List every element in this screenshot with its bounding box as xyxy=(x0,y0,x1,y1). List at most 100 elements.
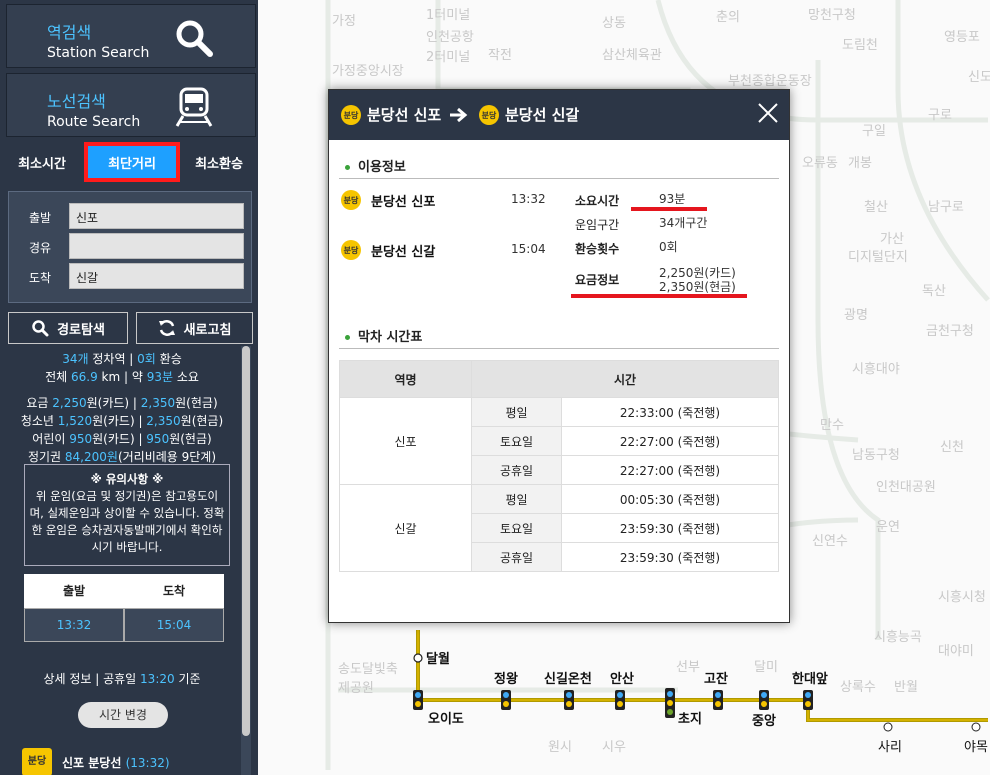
station-label[interactable]: 사리 xyxy=(878,736,902,755)
route-step[interactable]: 분당 신포 분당선 (13:32) xyxy=(22,748,238,775)
arrival-input[interactable]: 신갈 xyxy=(69,263,244,289)
bundang-line-badge: 분당 xyxy=(341,105,361,125)
station-label[interactable]: 고잔 xyxy=(704,668,728,687)
bundang-line-badge: 분당 xyxy=(341,240,361,260)
station-label[interactable]: 한대앞 xyxy=(792,668,828,687)
day-cell: 평일 xyxy=(471,397,562,427)
route-search-button[interactable]: 노선검색 Route Search xyxy=(6,73,256,137)
tab-min-time[interactable]: 최소시간 xyxy=(0,142,84,182)
stops-count: 34개 xyxy=(62,352,89,366)
bundang-line-badge: 분당 xyxy=(341,190,361,210)
scrollbar-thumb[interactable] xyxy=(242,346,250,736)
pass-suffix: (거리비례용 9단계) xyxy=(117,450,217,464)
route-form: 출발 신포 경유 도착 신갈 xyxy=(8,191,252,303)
duration-value: 93분 xyxy=(659,192,686,206)
fare-cash-suffix: 원(현금) xyxy=(169,432,212,446)
route-detail-modal: 분당 분당선 신포 분당 분당선 신갈 이용정보 분당 분당선 신포 13:32… xyxy=(328,89,790,623)
dest-station-name: 분당선 신갈 xyxy=(371,245,436,260)
station-label[interactable]: 야목 xyxy=(964,736,988,755)
fare-label: 어린이 xyxy=(32,432,70,446)
close-icon[interactable] xyxy=(757,102,779,124)
fare-notice: ※ 유의사항 ※ 위 운임(요금 및 정기권)은 참고용도이며, 실제운임과 상… xyxy=(24,464,230,566)
via-input[interactable] xyxy=(69,233,244,259)
station-label[interactable]: 초지 xyxy=(678,708,702,727)
last-train-table: 역명 시간 신포 평일 22:33:00 (죽전행) 토요일 22:27:00 … xyxy=(339,360,779,572)
fare-section-label: 운임구간 xyxy=(575,218,620,232)
departure-input[interactable]: 신포 xyxy=(69,203,244,229)
distance-value: 66.9 xyxy=(70,370,98,384)
route-step-label: 신포 분당선 (13:32) xyxy=(62,754,170,772)
detail-time: 13:20 xyxy=(140,672,175,686)
day-cell: 공휴일 xyxy=(471,542,562,572)
col-time-header: 시간 xyxy=(471,360,779,398)
refresh-button[interactable]: 새로고침 xyxy=(136,312,253,344)
distance-unit: km | 약 xyxy=(97,370,147,384)
table-row: 신포 평일 22:33:00 (죽전행) xyxy=(339,397,779,485)
transfers-value: 0회 xyxy=(659,240,678,254)
usage-info-title: 이용정보 xyxy=(345,156,406,175)
summary-line-2: 전체 66.9 km | 약 93분 소요 xyxy=(6,368,238,386)
dep-time-value: 13:32 xyxy=(24,608,124,642)
route-search-submit-label: 경로탐색 xyxy=(57,322,105,338)
time-cell: 23:59:30 (죽전행) xyxy=(561,513,779,543)
station-search-label-ko: 역검색 xyxy=(47,23,92,42)
search-icon xyxy=(32,320,49,337)
day-cell: 공휴일 xyxy=(471,455,562,485)
station-cell: 신포 xyxy=(339,397,472,485)
arrival-label: 도착 xyxy=(29,271,52,285)
fare-row: 청소년 1,520원(카드) | 2,350원(현금) xyxy=(6,412,238,430)
time-cell: 22:33:00 (죽전행) xyxy=(561,397,779,427)
minutes-suffix: 소요 xyxy=(173,370,199,384)
search-icon xyxy=(176,20,213,57)
detail-info: 상세 정보 | 공휴일 13:20 기준 xyxy=(6,670,238,688)
fare-list: 요금 2,250원(카드) | 2,350원(현금) 청소년 1,520원(카드… xyxy=(6,394,238,466)
left-sidebar: 역검색 Station Search 노선검색 Route Search 최소시… xyxy=(0,0,258,775)
summary-line-1: 34개 정차역 | 0회 환승 xyxy=(6,350,238,368)
detail-suffix: 기준 xyxy=(174,672,201,686)
refresh-label: 새로고침 xyxy=(183,322,232,338)
refresh-icon xyxy=(158,320,175,336)
divider xyxy=(339,178,779,179)
station-cell: 신갈 xyxy=(339,484,472,572)
route-step-time: (13:32) xyxy=(125,756,170,770)
arr-time-value: 15:04 xyxy=(124,608,224,642)
arrow-right-icon xyxy=(450,107,468,123)
change-time-button[interactable]: 시간 변경 xyxy=(78,702,168,728)
duration-label: 소요시간 xyxy=(575,194,620,208)
divider xyxy=(339,348,779,349)
notice-title: ※ 유의사항 ※ xyxy=(90,472,164,486)
station-search-button[interactable]: 역검색 Station Search xyxy=(6,4,256,68)
day-cell: 토요일 xyxy=(471,426,562,456)
day-cell: 토요일 xyxy=(471,513,562,543)
station-label[interactable]: 중앙 xyxy=(752,710,776,729)
fare-card: 2,250 xyxy=(52,396,87,410)
pass-value: 84,200원 xyxy=(64,450,118,464)
time-cell: 22:27:00 (죽전행) xyxy=(561,426,779,456)
station-label[interactable]: 정왕 xyxy=(494,668,518,687)
table-row: 신갈 평일 00:05:30 (죽전행) xyxy=(339,484,779,572)
bundang-line-badge: 분당 xyxy=(22,748,52,775)
station-label[interactable]: 안산 xyxy=(610,668,634,687)
fare-info-card: 2,250원(카드) xyxy=(659,266,736,280)
fare-cash-suffix: 원(현금) xyxy=(180,414,224,428)
tab-shortest-distance[interactable]: 최단거리 xyxy=(84,142,180,182)
result-scrollbar[interactable] xyxy=(241,346,251,775)
stops-suffix: 정차역 | xyxy=(88,352,138,366)
route-search-submit-button[interactable]: 경로탐색 xyxy=(8,312,128,344)
route-search-label-ko: 노선검색 xyxy=(47,92,106,111)
station-label[interactable]: 신길온천 xyxy=(544,668,592,687)
station-label[interactable]: 달월 xyxy=(426,648,450,667)
transfer-count: 0회 xyxy=(137,352,156,366)
time-cell: 00:05:30 (죽전행) xyxy=(561,484,779,514)
fare-card: 1,520 xyxy=(57,414,93,428)
station-label[interactable]: 오이도 xyxy=(428,708,464,727)
transfer-suffix: 환승 xyxy=(155,352,182,366)
fare-cash: 2,350 xyxy=(140,396,176,410)
last-train-title: 막차 시간표 xyxy=(345,326,422,345)
highlight-underline xyxy=(631,207,707,211)
tab-min-transfer[interactable]: 최소환승 xyxy=(180,142,258,182)
time-cell: 23:59:30 (죽전행) xyxy=(561,542,779,572)
fare-cash: 2,350 xyxy=(146,414,181,428)
fare-cash: 950 xyxy=(146,432,170,446)
highlight-underline xyxy=(571,294,747,298)
